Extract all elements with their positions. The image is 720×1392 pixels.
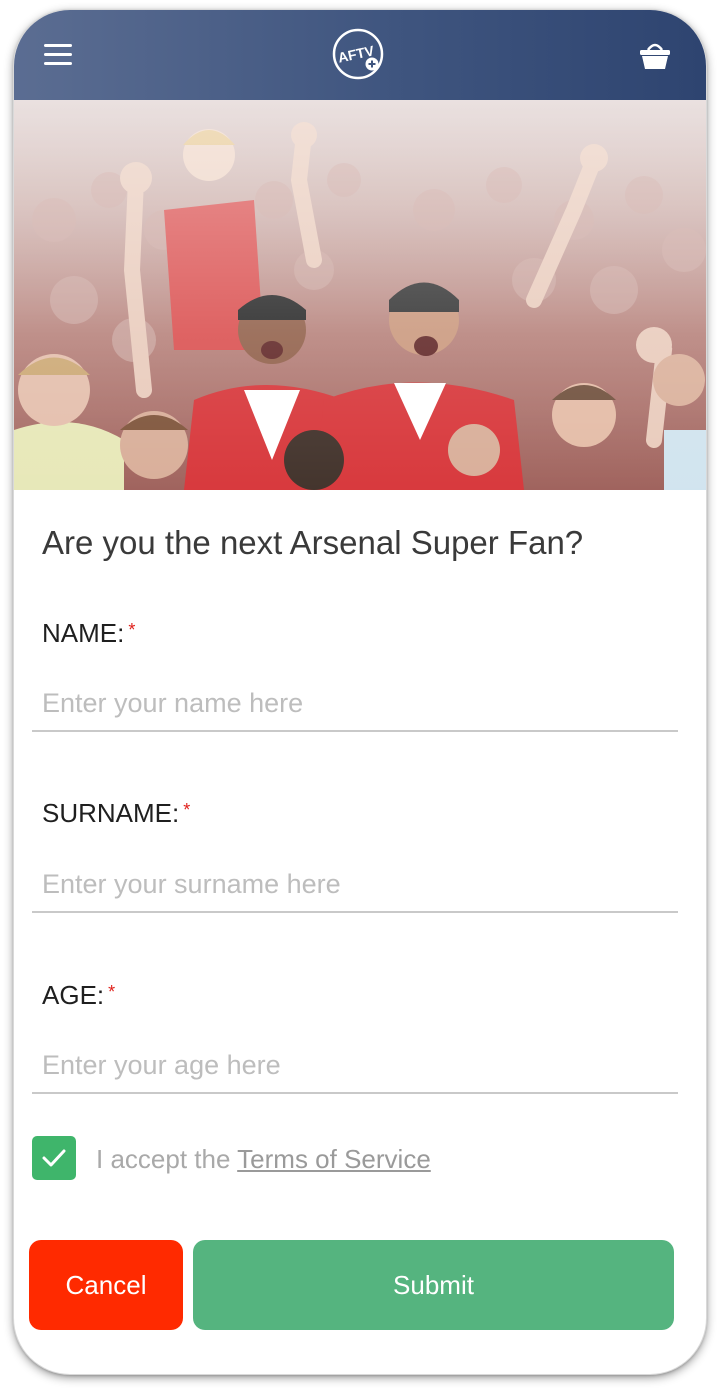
basket-icon[interactable] [638, 38, 672, 72]
hamburger-menu-icon[interactable] [44, 44, 72, 66]
terms-of-service-link[interactable]: Terms of Service [237, 1144, 431, 1174]
required-asterisk: * [108, 982, 116, 1002]
terms-label: I accept the Terms of Service [96, 1144, 431, 1175]
checkmark-icon [42, 1149, 66, 1167]
aftv-logo[interactable]: AFTV [332, 28, 384, 80]
age-label-text: AGE: [42, 980, 105, 1010]
name-input[interactable] [32, 676, 678, 732]
app-header: AFTV [14, 10, 706, 100]
form-headline: Are you the next Arsenal Super Fan? [42, 524, 584, 561]
terms-checkbox[interactable] [32, 1136, 76, 1180]
cancel-button[interactable]: Cancel [29, 1240, 183, 1330]
terms-prefix: I accept the [96, 1144, 238, 1174]
hero-image-arsenal-fans [14, 100, 706, 490]
surname-input[interactable] [32, 857, 678, 913]
age-input[interactable] [32, 1038, 678, 1094]
surname-label-text: SURNAME: [42, 798, 180, 828]
surname-label: SURNAME: * [42, 798, 190, 829]
name-label-text: NAME: [42, 618, 125, 648]
age-label: AGE: * [42, 980, 115, 1011]
submit-button[interactable]: Submit [193, 1240, 674, 1330]
required-asterisk: * [183, 800, 191, 820]
required-asterisk: * [128, 620, 136, 640]
phone-frame: AFTV Are you the next Arsenal Super Fan?… [14, 10, 706, 1374]
name-label: NAME: * [42, 618, 135, 649]
